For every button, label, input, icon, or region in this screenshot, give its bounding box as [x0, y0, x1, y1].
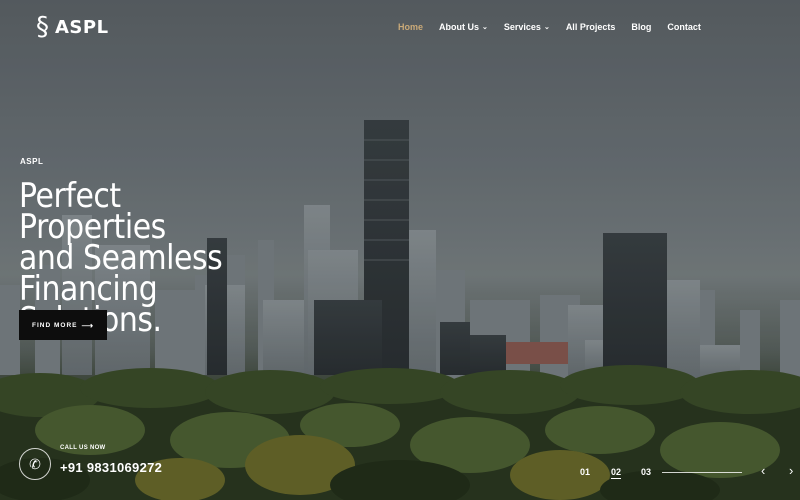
- nav-item-contact[interactable]: Contact: [667, 22, 701, 32]
- nav-item-all-projects[interactable]: All Projects: [566, 22, 616, 32]
- arrow-right-icon: ⟶: [81, 320, 94, 330]
- nav-item-label: Contact: [667, 22, 701, 32]
- nav-item-label: Blog: [631, 22, 652, 32]
- slide-indicator-2[interactable]: 02: [611, 467, 622, 479]
- slide-progress-line: [662, 472, 742, 473]
- nav-item-label: Home: [398, 22, 424, 32]
- hero-kicker: ASPL: [20, 157, 44, 166]
- call-us-label: CALL US NOW: [60, 445, 106, 451]
- hero-section: § ASPL Home About Us ⌄ Services ⌄ All Pr…: [0, 0, 800, 500]
- nav-item-label: About Us: [439, 22, 480, 32]
- chevron-left-icon[interactable]: ‹: [761, 463, 765, 478]
- find-more-label: FIND MORE: [32, 321, 78, 329]
- slide-indicator-1[interactable]: 01: [580, 467, 590, 477]
- phone-number[interactable]: +91 9831069272: [60, 460, 162, 475]
- nav-item-blog[interactable]: Blog: [631, 22, 651, 32]
- chevron-right-icon[interactable]: ›: [789, 463, 793, 478]
- brand-logo[interactable]: § ASPL: [36, 14, 109, 40]
- find-more-button[interactable]: FIND MORE ⟶: [19, 310, 107, 340]
- headline-line: Perfect Properties: [19, 176, 166, 247]
- main-nav: Home About Us ⌄ Services ⌄ All Projects …: [398, 0, 701, 54]
- slide-indicator-3[interactable]: 03: [641, 467, 651, 477]
- phone-icon[interactable]: ✆: [19, 448, 51, 480]
- nav-item-label: All Projects: [565, 22, 616, 32]
- nav-item-services[interactable]: Services ⌄: [504, 22, 550, 32]
- nav-item-home[interactable]: Home: [398, 22, 423, 32]
- s-swirl-logo-icon: §: [36, 12, 49, 42]
- brand-name: ASPL: [55, 16, 109, 38]
- chevron-down-icon: ⌄: [543, 24, 550, 31]
- chevron-down-icon: ⌄: [482, 24, 488, 31]
- nav-item-label: Services: [503, 22, 541, 32]
- nav-item-about-us[interactable]: About Us ⌄: [439, 22, 488, 32]
